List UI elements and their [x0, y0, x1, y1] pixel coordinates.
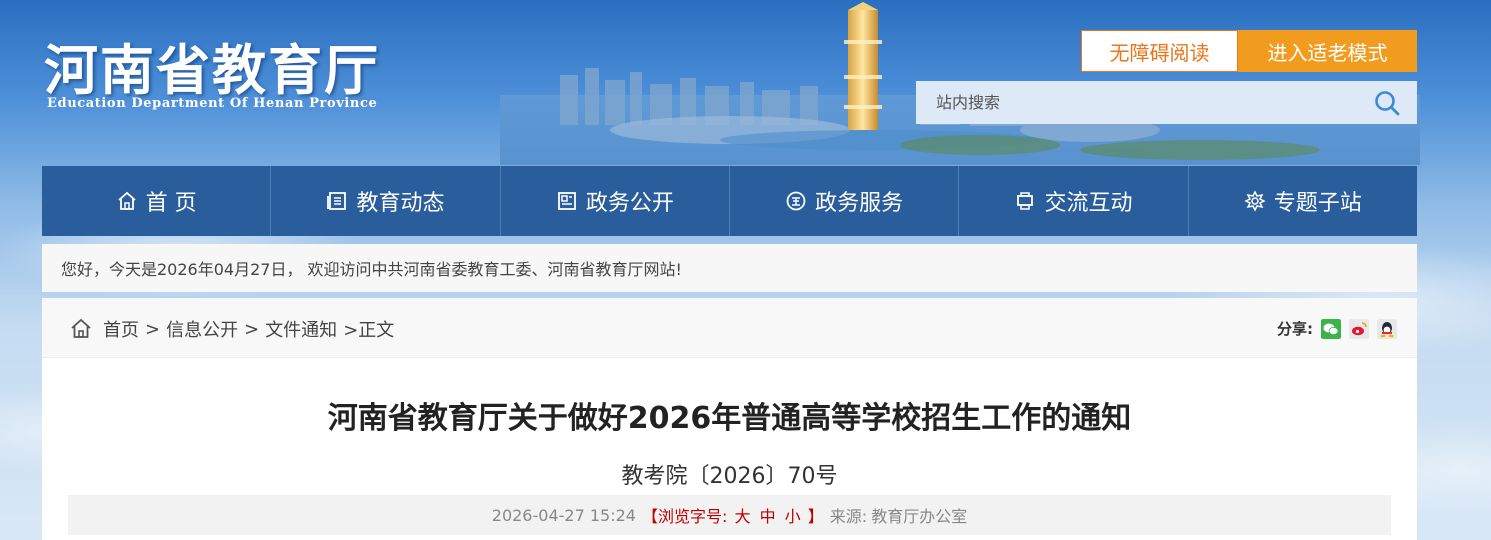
- qq-icon[interactable]: [1377, 318, 1397, 339]
- breadcrumb-notice-link[interactable]: 文件通知: [265, 316, 337, 342]
- search-box: [916, 81, 1417, 124]
- nav-item-news[interactable]: 教育动态: [271, 166, 501, 236]
- nav-item-gov-service[interactable]: 政务服务: [730, 166, 960, 236]
- breadcrumb-info-link[interactable]: 信息公开: [166, 316, 238, 342]
- document-icon: [557, 192, 576, 210]
- font-size-medium-button[interactable]: 中: [760, 507, 776, 526]
- source-label: 来源:: [829, 507, 868, 526]
- site-logo-subtitle: Education Department Of Henan Province: [47, 96, 378, 111]
- nav-label: 首 页: [145, 191, 197, 216]
- weibo-icon[interactable]: [1349, 318, 1369, 339]
- breadcrumb-separator: >: [244, 318, 260, 340]
- nav-item-gov-info[interactable]: 政务公开: [501, 166, 730, 236]
- search-icon[interactable]: [1373, 89, 1401, 117]
- site-logo-title[interactable]: 河南省教育厅: [44, 26, 380, 105]
- service-icon: [786, 191, 806, 211]
- subsite-icon: [1244, 190, 1266, 212]
- interact-icon: [1017, 192, 1034, 210]
- article-meta-bar: 2026-04-27 15:24 【浏览字号: 大 中 小 】 来源: 教育厅办…: [68, 495, 1391, 535]
- breadcrumb-current: >正文: [343, 320, 395, 341]
- accessible-reading-button[interactable]: 无障碍阅读: [1081, 30, 1238, 72]
- home-icon: [71, 318, 91, 338]
- font-size-prefix: 【浏览字号:: [641, 507, 728, 526]
- nav-label: 政务公开: [585, 191, 674, 216]
- welcome-bar: 您好，今天是2026年04月27日， 欢迎访问中共河南省委教育工委、河南省教育厅…: [42, 244, 1417, 292]
- main-nav: 首 页 教育动态 政务公开 政务服务 交流互动 专题子站: [42, 166, 1417, 236]
- source-value: 教育厅办公室: [871, 507, 968, 526]
- publish-datetime: 2026-04-27 15:24: [491, 505, 636, 525]
- elder-mode-button[interactable]: 进入适老模式: [1238, 30, 1417, 72]
- home-icon: [118, 191, 136, 210]
- nav-item-interaction[interactable]: 交流互动: [959, 166, 1189, 236]
- share-label: 分享:: [1277, 320, 1313, 338]
- share-bar: 分享:: [1277, 318, 1397, 339]
- nav-label: 政务服务: [815, 191, 904, 216]
- site-header: 河南省教育厅 Education Department Of Henan Pro…: [0, 0, 1491, 165]
- nav-label: 教育动态: [356, 191, 445, 216]
- news-icon: [327, 192, 347, 210]
- font-size-suffix: 】: [807, 507, 824, 526]
- nav-item-subsites[interactable]: 专题子站: [1189, 166, 1417, 236]
- breadcrumb-home-link[interactable]: 首页: [103, 316, 139, 342]
- article-title: 河南省教育厅关于做好2026年普通高等学校招生工作的通知: [327, 401, 1132, 436]
- breadcrumb: 首页 > 信息公开 > 文件通知 >正文: [69, 316, 394, 342]
- font-size-large-button[interactable]: 大: [734, 507, 750, 526]
- wechat-icon[interactable]: [1321, 318, 1341, 339]
- nav-label: 专题子站: [1273, 191, 1362, 216]
- welcome-text: 您好，今天是2026年04月27日， 欢迎访问中共河南省委教育工委、河南省教育厅…: [61, 260, 682, 279]
- nav-item-home[interactable]: 首 页: [42, 166, 272, 236]
- article-panel: 首页 > 信息公开 > 文件通知 >正文 分享: 河南省教育厅关于做好2026年…: [42, 298, 1417, 540]
- breadcrumb-separator: >: [145, 318, 161, 340]
- search-input[interactable]: [916, 81, 1356, 124]
- font-size-control: 【浏览字号: 大 中 小 】: [642, 503, 824, 527]
- font-size-small-button[interactable]: 小: [785, 507, 801, 526]
- breadcrumb-bar: 首页 > 信息公开 > 文件通知 >正文 分享:: [42, 298, 1417, 358]
- document-number: 教考院〔2026〕70号: [621, 464, 838, 489]
- nav-label: 交流互动: [1044, 191, 1133, 216]
